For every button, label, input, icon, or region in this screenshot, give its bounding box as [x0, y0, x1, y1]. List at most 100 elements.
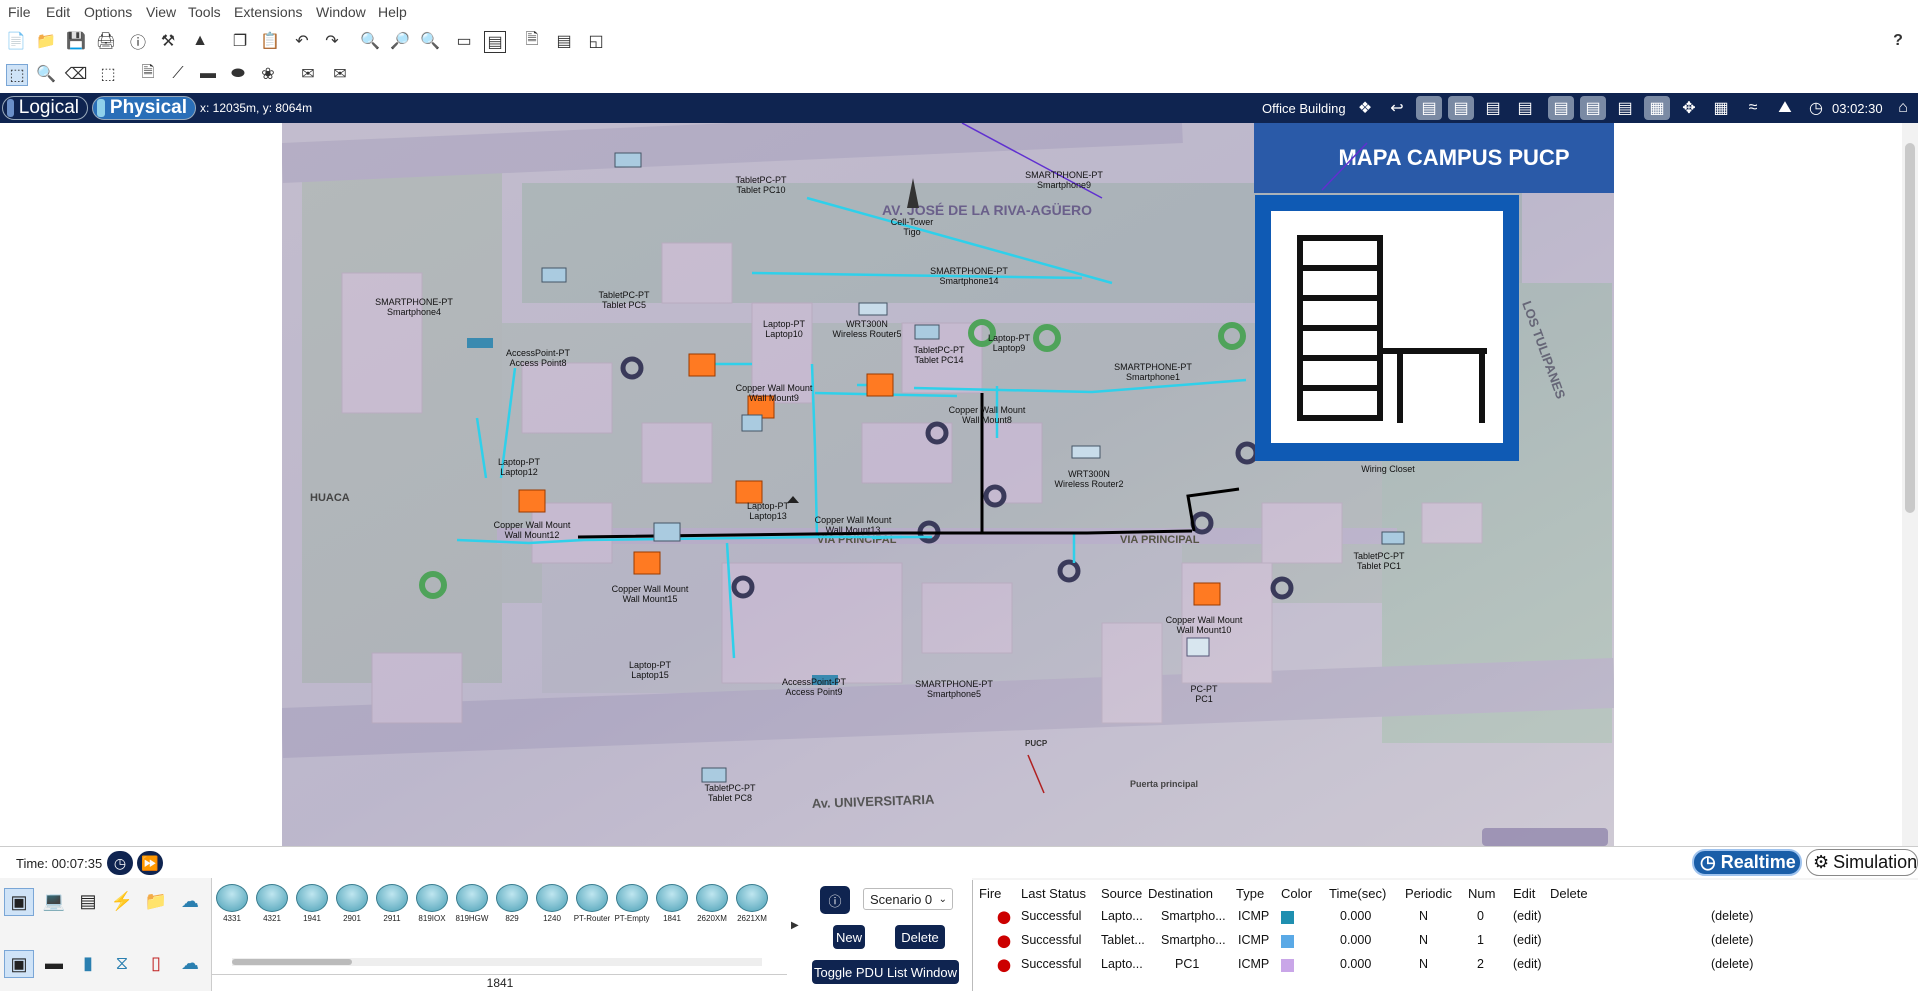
home-icon[interactable]: ⌂	[1890, 96, 1916, 120]
zoom-out-icon[interactable]: 🔍	[420, 31, 440, 51]
add-complex-pdu-icon[interactable]: ✉	[330, 64, 350, 84]
help-icon[interactable]: ?	[1888, 31, 1908, 51]
model-829[interactable]: 829	[494, 884, 530, 926]
row-delete-link[interactable]: (delete)	[1711, 909, 1753, 923]
clock-icon[interactable]: ◷	[1804, 96, 1828, 120]
draw-line-icon[interactable]: ⟋	[168, 64, 188, 84]
model-2620xm[interactable]: 2620XM	[694, 884, 730, 926]
wan-emulation-subcategory-icon[interactable]: ☁	[176, 950, 204, 976]
row-edit-link[interactable]: (edit)	[1513, 957, 1541, 971]
scenario-info-icon[interactable]: ⓘ	[820, 886, 850, 914]
model-2911[interactable]: 2911	[374, 884, 410, 926]
info-icon[interactable]: ⓘ	[128, 31, 148, 52]
model-1240[interactable]: 1240	[534, 884, 570, 926]
menu-window[interactable]: Window	[316, 4, 366, 20]
new-table-icon[interactable]: ▤	[1548, 96, 1574, 120]
scenario-select[interactable]: Scenario 0 ⌄	[863, 888, 953, 910]
new-scenario-button[interactable]: New	[833, 925, 865, 949]
zoom-reset-icon[interactable]: 🔎	[390, 31, 410, 51]
print-icon[interactable]: 🖨	[96, 31, 116, 51]
add-simple-pdu-icon[interactable]: ✉	[298, 64, 318, 84]
background-image-icon[interactable]: ⛰	[1772, 96, 1798, 120]
save-icon[interactable]: 💾	[66, 31, 86, 51]
resize-shape-icon[interactable]: ⬚	[98, 64, 118, 84]
collapse-arrow-icon[interactable]: ▶	[791, 920, 799, 931]
scrollbar-thumb[interactable]	[1905, 143, 1915, 513]
freeform-icon[interactable]: ❀	[258, 64, 278, 84]
new-file-icon[interactable]: 📄	[6, 31, 26, 51]
components-category-icon[interactable]: ▤	[74, 888, 102, 914]
new-city-icon[interactable]: ▤	[1416, 96, 1442, 120]
menu-help[interactable]: Help	[378, 4, 407, 20]
paste-icon[interactable]: 📋	[260, 31, 280, 51]
delete-tool-icon[interactable]: ⌫	[65, 64, 88, 84]
delete-scenario-button[interactable]: Delete	[895, 925, 945, 949]
pan-icon[interactable]: ✥	[1676, 96, 1702, 120]
menu-extensions[interactable]: Extensions	[234, 4, 302, 20]
model-1941[interactable]: 1941	[294, 884, 330, 926]
simulation-mode-button[interactable]: ⚙ Simulation	[1806, 849, 1918, 876]
security-subcategory-icon[interactable]: ▯	[142, 950, 170, 976]
model-2621xm[interactable]: 2621XM	[734, 884, 770, 926]
wireless-subcategory-icon[interactable]: ⧖	[108, 950, 136, 976]
switches-subcategory-icon[interactable]: ▬	[40, 950, 68, 976]
new-building-icon[interactable]: ▤	[1448, 96, 1474, 120]
drawing-palette-icon[interactable]: ▭	[454, 31, 474, 51]
back-icon[interactable]: ↩	[1384, 96, 1410, 120]
notes-icon[interactable]: 🗎	[522, 31, 542, 51]
menu-tools[interactable]: Tools	[188, 4, 221, 20]
select-tool-icon[interactable]: ⬚	[6, 64, 28, 86]
realtime-mode-button[interactable]: ◷ Realtime	[1692, 849, 1802, 876]
new-closet-icon[interactable]: ▤	[1480, 96, 1506, 120]
row-delete-link[interactable]: (delete)	[1711, 933, 1753, 947]
physical-mode-button[interactable]: Physical	[92, 96, 196, 120]
menu-view[interactable]: View	[146, 4, 176, 20]
model-2901[interactable]: 2901	[334, 884, 370, 926]
tile-icon[interactable]: ▦	[1708, 96, 1734, 120]
zoom-in-icon[interactable]: 🔍	[360, 31, 380, 51]
fire-icon[interactable]: ⬤	[997, 909, 1011, 924]
model-pt-empty[interactable]: PT-Empty	[614, 884, 650, 926]
vertical-scrollbar[interactable]	[1902, 123, 1918, 846]
picture-icon[interactable]: ◱	[586, 31, 606, 51]
row-delete-link[interactable]: (delete)	[1711, 957, 1753, 971]
device-dialog-icon[interactable]: ▤	[554, 31, 574, 51]
copy-icon[interactable]: ❐	[230, 31, 250, 51]
model-4331[interactable]: 4331	[214, 884, 250, 926]
network-devices-category-icon[interactable]: ▣	[4, 888, 34, 916]
activity-wizard-icon[interactable]: ▲	[190, 31, 210, 51]
draw-rectangle-icon[interactable]: ▬	[198, 64, 218, 84]
redo-icon[interactable]: ↷	[322, 31, 342, 51]
hubs-subcategory-icon[interactable]: ▮	[74, 950, 102, 976]
new-generic-icon[interactable]: ▤	[1580, 96, 1606, 120]
menu-file[interactable]: File	[8, 4, 31, 20]
physical-workspace[interactable]: AV. JOSÉ DE LA RIVA-AGÜERO VIA PRINCIPAL…	[0, 123, 1918, 846]
power-cycle-icon[interactable]: ◷	[107, 851, 133, 875]
model-4321[interactable]: 4321	[254, 884, 290, 926]
model-1841[interactable]: 1841	[654, 884, 690, 926]
fire-icon[interactable]: ⬤	[997, 957, 1011, 972]
fast-forward-icon[interactable]: ⏩	[137, 851, 163, 875]
draw-ellipse-icon[interactable]: ⬬	[228, 64, 248, 84]
model-819iox[interactable]: 819IOX	[414, 884, 450, 926]
connections-category-icon[interactable]: ⚡	[108, 888, 136, 914]
place-note-icon[interactable]: 🗎	[138, 64, 158, 84]
row-edit-link[interactable]: (edit)	[1513, 909, 1541, 923]
wireless-icon[interactable]: ≈	[1740, 96, 1766, 120]
routers-subcategory-icon[interactable]: ▣	[4, 950, 34, 978]
model-819hgw[interactable]: 819HGW	[454, 884, 490, 926]
end-devices-category-icon[interactable]: 💻	[40, 888, 68, 914]
open-folder-icon[interactable]: 📁	[36, 31, 56, 51]
model-list-scrollbar[interactable]	[232, 958, 762, 966]
model-pt-router[interactable]: PT-Router	[574, 884, 610, 926]
undo-icon[interactable]: ↶	[292, 31, 312, 51]
row-edit-link[interactable]: (edit)	[1513, 933, 1541, 947]
toggle-pdu-list-button[interactable]: Toggle PDU List Window	[812, 960, 959, 984]
menu-edit[interactable]: Edit	[46, 4, 70, 20]
misc-category-icon[interactable]: 📁	[142, 888, 170, 914]
wizard-icon[interactable]: ⚒	[158, 31, 178, 51]
navigation-icon[interactable]: ❖	[1352, 96, 1378, 120]
logical-mode-button[interactable]: Logical	[2, 96, 88, 120]
menu-options[interactable]: Options	[84, 4, 132, 20]
model-list-scroll-thumb[interactable]	[232, 959, 352, 965]
